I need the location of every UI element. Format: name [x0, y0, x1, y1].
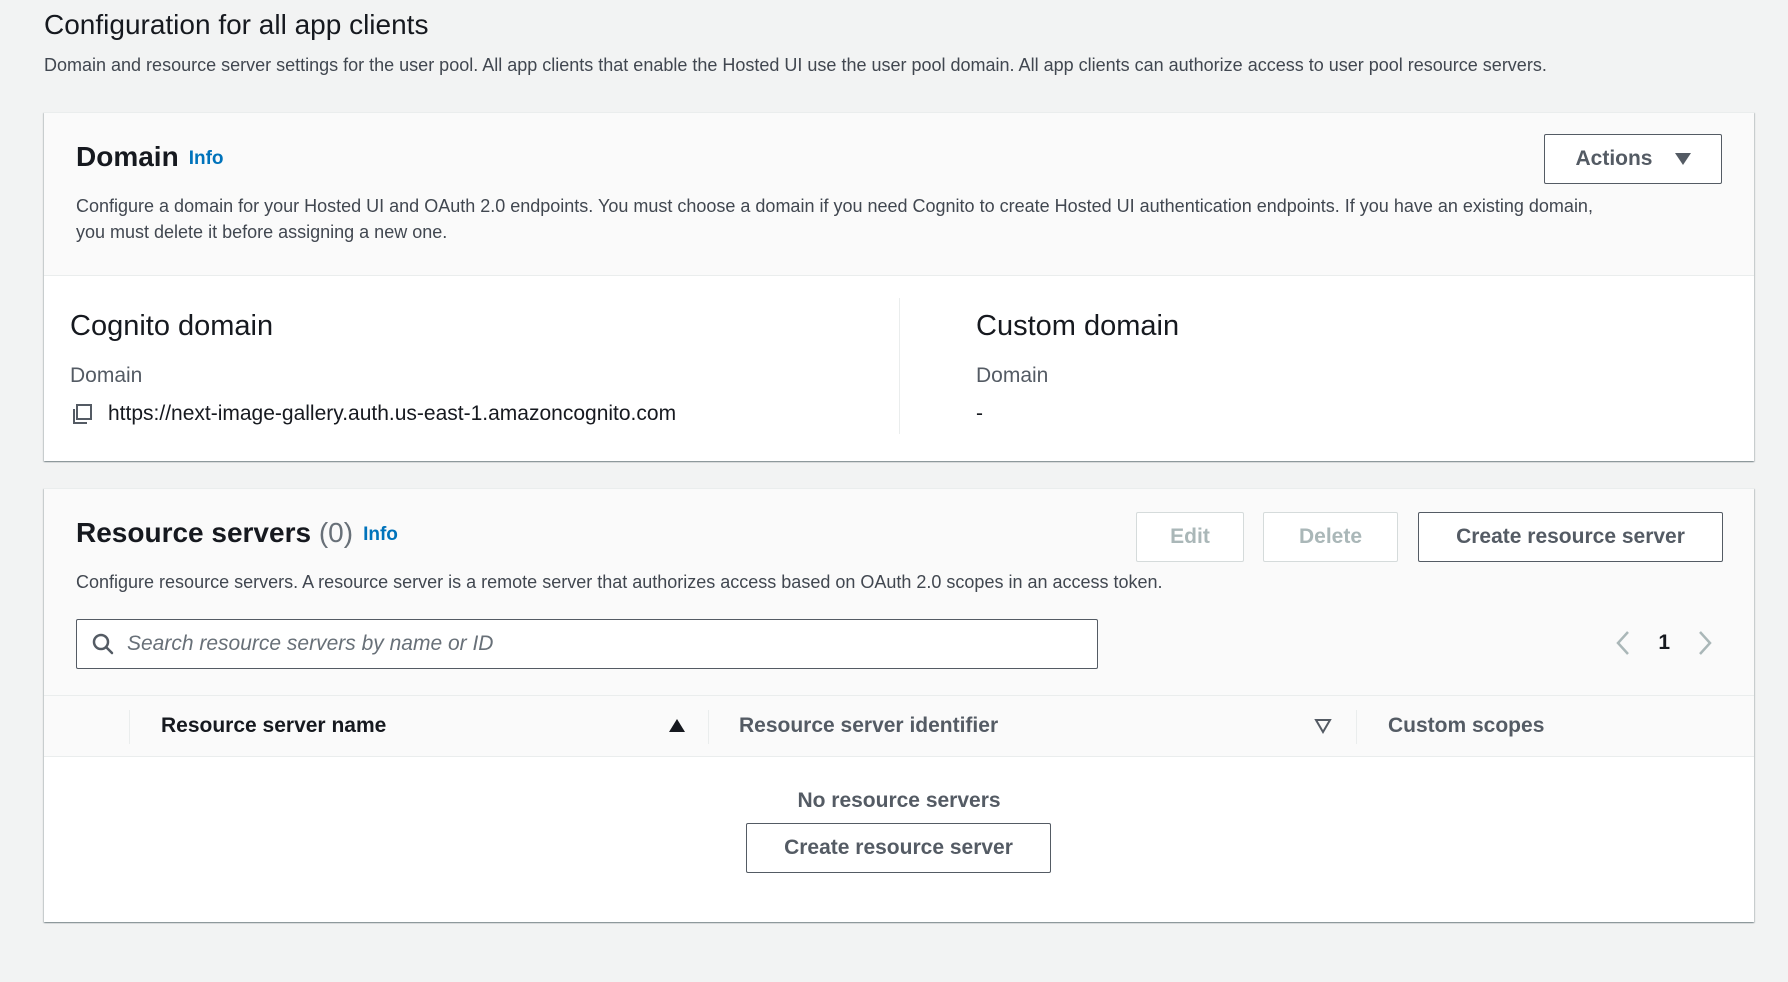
custom-domain-column: Custom domain Domain -: [906, 298, 1754, 484]
domain-info-link[interactable]: Info: [189, 148, 224, 169]
page-number[interactable]: 1: [1658, 631, 1670, 655]
resource-servers-title-text: Resource servers: [76, 517, 312, 548]
domain-title-text: Domain: [76, 141, 179, 172]
resource-servers-description: Configure resource servers. A resource s…: [76, 572, 1163, 592]
actions-label: Actions: [1575, 147, 1653, 170]
create-resource-server-button[interactable]: Create resource server: [1418, 512, 1723, 562]
column-divider: [129, 710, 130, 744]
chevron-right-icon[interactable]: [1696, 629, 1714, 657]
page-header: Configuration for all app clients Domain…: [44, 8, 1744, 76]
copy-icon[interactable]: [70, 402, 94, 426]
edit-button[interactable]: Edit: [1136, 512, 1244, 562]
column-header-name[interactable]: Resource server name: [161, 714, 386, 738]
column-header-identifier[interactable]: Resource server identifier: [739, 714, 998, 738]
pagination: 1: [1614, 629, 1714, 657]
resource-servers-title: Resource servers (0) Info: [76, 517, 398, 549]
column-divider: [1356, 710, 1357, 744]
table-header: Resource server name Resource server ide…: [44, 696, 1754, 757]
resource-servers-header: Resource servers (0) Info Edit Delete Cre…: [44, 489, 1754, 696]
delete-button[interactable]: Delete: [1263, 512, 1398, 562]
resource-servers-info-link[interactable]: Info: [363, 524, 398, 545]
search-input[interactable]: [127, 632, 1027, 656]
custom-domain-label: Domain: [976, 364, 1049, 387]
custom-domain-title: Custom domain: [976, 310, 1180, 342]
column-divider: [708, 710, 709, 744]
search-icon: [92, 633, 114, 655]
domain-title: Domain Info: [76, 141, 224, 173]
resource-servers-container: Resource servers (0) Info Edit Delete Cre…: [44, 488, 1754, 922]
sort-ascending-icon[interactable]: [668, 718, 686, 734]
domain-description-line1: Configure a domain for your Hosted UI an…: [76, 196, 1593, 216]
domain-description-line2: you must delete it before assigning a ne…: [76, 222, 448, 242]
cognito-domain-column: Cognito domain Domain https://next-image…: [44, 298, 900, 434]
chevron-left-icon[interactable]: [1614, 629, 1632, 657]
domain-header: Domain Info Actions Configure a domain fo…: [44, 113, 1754, 276]
resource-servers-count: (0): [318, 517, 354, 548]
cognito-domain-label: Domain: [70, 364, 143, 387]
page-description: Domain and resource server settings for …: [44, 55, 1547, 75]
sort-descending-icon[interactable]: [1314, 718, 1332, 734]
actions-dropdown-button[interactable]: Actions: [1544, 134, 1722, 184]
page-title: Configuration for all app clients: [44, 9, 429, 40]
cognito-domain-url: https://next-image-gallery.auth.us-east-…: [108, 402, 677, 425]
empty-state-text: No resource servers: [797, 789, 1001, 812]
custom-domain-value: -: [976, 402, 983, 425]
column-header-custom-scopes: Custom scopes: [1388, 714, 1545, 737]
search-field[interactable]: [76, 619, 1098, 669]
empty-create-resource-server-button[interactable]: Create resource server: [746, 823, 1051, 873]
cognito-domain-title: Cognito domain: [70, 310, 274, 342]
caret-down-icon: [1674, 153, 1691, 165]
domain-description: Configure a domain for your Hosted UI an…: [76, 193, 1736, 245]
cognito-domain-value-row: https://next-image-gallery.auth.us-east-…: [62, 402, 676, 426]
domain-container: Domain Info Actions Configure a domain fo…: [44, 112, 1754, 461]
